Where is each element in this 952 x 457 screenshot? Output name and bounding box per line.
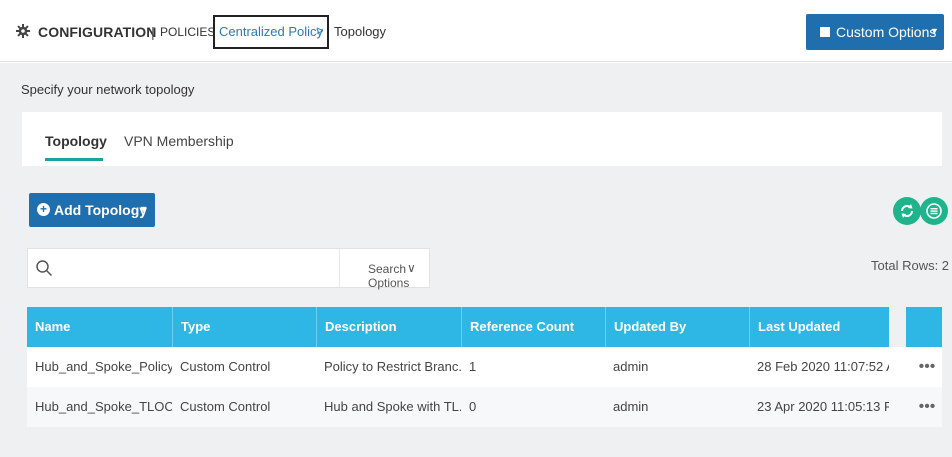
breadcrumb-current: Topology bbox=[334, 24, 387, 39]
more-actions-icon[interactable]: ••• bbox=[915, 347, 939, 387]
table-menu-button[interactable] bbox=[920, 197, 948, 225]
column-header-updated-by[interactable]: Updated By bbox=[605, 307, 749, 347]
column-header-actions bbox=[906, 307, 942, 347]
column-header-last-updated[interactable]: Last Updated bbox=[749, 307, 889, 347]
cell-updated-by: admin bbox=[613, 399, 649, 414]
cell-type: Custom Control bbox=[180, 359, 271, 374]
caret-down-icon: ▼ bbox=[139, 204, 148, 214]
total-rows-count: Total Rows: 2 bbox=[871, 258, 950, 273]
section-description: Specify your network topology bbox=[21, 82, 195, 97]
add-topology-label: Add Topology bbox=[54, 202, 148, 218]
chevron-down-icon: ∨ bbox=[407, 261, 416, 275]
table-row[interactable]: Hub_and_Spoke_TLOC_... Custom Control Hu… bbox=[27, 387, 942, 427]
tab-vpn-membership[interactable]: VPN Membership bbox=[124, 133, 234, 149]
cell-updated-by: admin bbox=[613, 359, 649, 374]
table-row[interactable]: Hub_and_Spoke_Policy Custom Control Poli… bbox=[27, 347, 942, 387]
breadcrumb-chevron-icon: > bbox=[316, 23, 324, 38]
custom-options-label: Custom Options bbox=[836, 24, 937, 40]
cell-name: Hub_and_Spoke_TLOC_... bbox=[35, 399, 172, 414]
more-actions-icon[interactable]: ••• bbox=[915, 387, 939, 427]
cell-description: Policy to Restrict Branc... bbox=[324, 359, 461, 374]
cell-reference-count: 0 bbox=[469, 399, 477, 414]
top-header: CONFIGURATION | POLICIES Centralized Pol… bbox=[0, 0, 952, 62]
refresh-icon bbox=[901, 204, 913, 218]
tab-bar: Topology VPN Membership bbox=[22, 112, 942, 166]
cell-last-updated: 23 Apr 2020 11:05:13 P... bbox=[757, 399, 889, 414]
tab-topology[interactable]: Topology bbox=[45, 133, 107, 149]
add-topology-button[interactable]: + Add Topology ▼ bbox=[29, 193, 155, 227]
search-input[interactable] bbox=[58, 255, 348, 281]
custom-options-button[interactable]: Custom Options ▼ bbox=[806, 14, 944, 50]
breadcrumb-centralized-policy[interactable]: Centralized Policy bbox=[219, 24, 323, 39]
gear-icon bbox=[16, 24, 30, 38]
column-header-type[interactable]: Type bbox=[172, 307, 316, 347]
cell-reference-count: 1 bbox=[469, 359, 477, 374]
page-subtitle-policies: POLICIES bbox=[160, 25, 216, 39]
search-options-label: Search Options bbox=[368, 262, 410, 290]
refresh-button[interactable] bbox=[893, 197, 921, 225]
active-tab-indicator bbox=[45, 158, 103, 161]
cell-last-updated: 28 Feb 2020 11:07:52 A... bbox=[757, 359, 889, 374]
square-icon bbox=[820, 27, 830, 37]
caret-down-icon: ▼ bbox=[930, 26, 939, 36]
search-icon bbox=[36, 260, 53, 277]
cell-name: Hub_and_Spoke_Policy bbox=[35, 359, 172, 374]
column-header-reference-count[interactable]: Reference Count bbox=[461, 307, 605, 347]
table-header: Name Type Description Reference Count Up… bbox=[27, 307, 889, 347]
column-header-description[interactable]: Description bbox=[316, 307, 461, 347]
cell-description: Hub and Spoke with TL... bbox=[324, 399, 461, 414]
list-menu-icon bbox=[926, 203, 942, 219]
column-header-name[interactable]: Name bbox=[27, 307, 172, 347]
title-separator: | bbox=[151, 24, 155, 40]
page-title: CONFIGURATION bbox=[38, 24, 157, 40]
search-bar: Search Options bbox=[27, 248, 430, 290]
plus-icon: + bbox=[37, 203, 50, 216]
cell-type: Custom Control bbox=[180, 399, 271, 414]
search-options-dropdown[interactable]: Search Options bbox=[339, 249, 430, 290]
